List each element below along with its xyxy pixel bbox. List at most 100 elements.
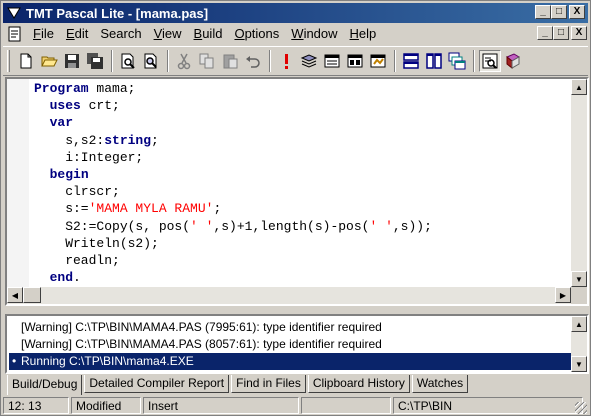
menu-search[interactable]: Search	[94, 24, 147, 44]
code-line[interactable]: Program mama;	[34, 80, 574, 97]
tab-build-debug[interactable]: Build/Debug	[7, 375, 83, 395]
undo-icon[interactable]	[242, 50, 264, 72]
close-button[interactable]: X	[569, 5, 585, 19]
scroll-right-arrow-icon[interactable]: ▶	[555, 287, 571, 303]
doc-close-button[interactable]: X	[571, 26, 587, 40]
menu-options[interactable]: Options	[228, 24, 285, 44]
window-title: TMT Pascal Lite - [mama.pas]	[26, 5, 209, 21]
scroll-up-arrow-icon[interactable]: ▲	[571, 316, 587, 332]
tmt-logo-icon	[6, 6, 22, 20]
editor-vertical-scrollbar[interactable]: ▲ ▼	[571, 79, 587, 287]
paste-icon[interactable]	[219, 50, 241, 72]
message-row[interactable]: [Warning] C:\TP\BIN\MAMA4.PAS (8057:61):…	[9, 336, 571, 353]
keyword-token: Program	[34, 81, 89, 96]
code-line[interactable]: clrscr;	[34, 183, 574, 200]
edit-mode: Insert	[143, 397, 299, 414]
doc-restore-button[interactable]: □	[553, 26, 569, 40]
message-vertical-scrollbar[interactable]: ▲ ▼	[571, 316, 587, 372]
debug-icon[interactable]	[367, 50, 389, 72]
toolbar-grip[interactable]	[7, 50, 10, 72]
editor-horizontal-scrollbar[interactable]: ◀ ▶	[7, 287, 571, 304]
scroll-down-arrow-icon[interactable]: ▼	[571, 356, 587, 372]
tab-find-in-files[interactable]: Find in Files	[231, 375, 306, 393]
cursor-position: 12: 13	[3, 397, 69, 414]
code-line[interactable]: Writeln(s2);	[34, 235, 574, 252]
tile-vertical-icon[interactable]	[423, 50, 445, 72]
source-code[interactable]: Program mama; uses crt; var s,s2:string;…	[34, 80, 574, 286]
scroll-left-arrow-icon[interactable]: ◀	[7, 287, 23, 303]
title-bar[interactable]: TMT Pascal Lite - [mama.pas] _ □ X	[3, 3, 588, 23]
code-token: ,s)+1,length(s)-pos(	[213, 218, 370, 234]
open-folder-icon[interactable]	[38, 50, 60, 72]
keyword-token: string	[104, 132, 152, 148]
menu-edit[interactable]: Edit	[60, 24, 94, 44]
code-token: .	[73, 270, 81, 286]
message-row-selected[interactable]: • Running C:\TP\BIN\mama4.EXE	[9, 353, 571, 370]
document-icon[interactable]	[7, 26, 23, 42]
code-line[interactable]: end.	[34, 269, 574, 286]
scroll-up-arrow-icon[interactable]: ▲	[571, 79, 587, 95]
tile-horizontal-icon[interactable]	[400, 50, 422, 72]
watch-icon[interactable]	[479, 50, 501, 72]
code-token: ,s));	[392, 218, 432, 234]
string-token: ' '	[190, 218, 214, 234]
code-editor[interactable]: Program mama; uses crt; var s,s2:string;…	[5, 77, 589, 306]
find-icon[interactable]	[140, 50, 162, 72]
menu-help[interactable]: Help	[344, 24, 383, 44]
tab-detailed-compiler-report[interactable]: Detailed Compiler Report	[84, 375, 230, 393]
toolbar-separator	[111, 50, 113, 72]
compile-icon[interactable]	[275, 50, 297, 72]
toolbar	[3, 46, 588, 76]
status-panel-empty	[301, 397, 391, 414]
code-token: i:Integer;	[34, 149, 144, 165]
save-all-icon[interactable]	[84, 50, 106, 72]
scrollbar-corner	[571, 287, 587, 304]
doc-minimize-button[interactable]: _	[537, 26, 553, 40]
code-line[interactable]: begin	[34, 166, 574, 183]
resize-grip[interactable]	[575, 402, 587, 414]
code-line[interactable]: uses crt;	[34, 97, 574, 114]
cascade-icon[interactable]	[446, 50, 468, 72]
code-line[interactable]: readln;	[34, 252, 574, 269]
new-file-icon[interactable]	[15, 50, 37, 72]
code-token: ;	[151, 132, 159, 148]
menu-view[interactable]: View	[148, 24, 188, 44]
tab-watches[interactable]: Watches	[411, 375, 469, 393]
horizontal-scroll-thumb[interactable]	[23, 287, 41, 303]
run-icon[interactable]	[321, 50, 343, 72]
message-row[interactable]: [Warning] C:\TP\BIN\MAMA4.PAS (7995:61):…	[9, 319, 571, 336]
code-line[interactable]: S2:=Copy(s, pos(' ',s)+1,length(s)-pos('…	[34, 218, 574, 235]
modified-indicator: Modified	[71, 397, 141, 414]
keyword-token: uses	[49, 98, 81, 114]
copy-icon[interactable]	[196, 50, 218, 72]
string-token: ' '	[369, 218, 393, 234]
keyword-token: end	[49, 270, 74, 286]
code-token: S2:=Copy(s, pos(	[34, 218, 191, 234]
minimize-button[interactable]: _	[535, 5, 551, 19]
code-line[interactable]: s:='MAMA MYLA RAMU';	[34, 200, 574, 217]
code-line[interactable]: s,s2:string;	[34, 132, 574, 149]
code-token: mama;	[88, 81, 136, 96]
help-book-icon[interactable]	[502, 50, 524, 72]
save-icon[interactable]	[61, 50, 83, 72]
code-token: s,s2:	[34, 132, 105, 148]
menu-build[interactable]: Build	[188, 24, 229, 44]
bottom-tabs: Build/Debug Detailed Compiler Report Fin…	[7, 375, 470, 395]
maximize-button[interactable]: □	[551, 5, 567, 19]
build-icon[interactable]	[298, 50, 320, 72]
cut-icon[interactable]	[173, 50, 195, 72]
current-line-marker: •	[12, 354, 17, 368]
step-icon[interactable]	[344, 50, 366, 72]
menu-file[interactable]: File	[27, 24, 60, 44]
tab-clipboard-history[interactable]: Clipboard History	[307, 375, 410, 393]
code-token: ;	[213, 201, 222, 217]
menu-window[interactable]: Window	[285, 24, 343, 44]
toolbar-separator	[269, 50, 271, 72]
print-preview-icon[interactable]	[117, 50, 139, 72]
code-line[interactable]: i:Integer;	[34, 149, 574, 166]
code-line[interactable]: var	[34, 114, 574, 131]
keyword-token: var	[49, 115, 74, 131]
scroll-down-arrow-icon[interactable]: ▼	[571, 271, 587, 287]
